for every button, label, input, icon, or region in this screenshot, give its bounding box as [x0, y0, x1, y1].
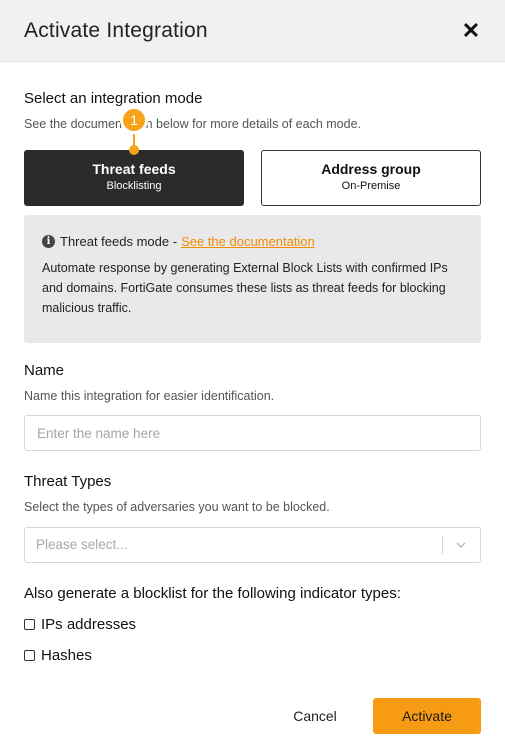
- mode-section-title: Select an integration mode: [24, 90, 203, 107]
- mode-option-title: Threat feeds: [92, 161, 176, 177]
- mode-option-title: Address group: [321, 161, 421, 177]
- select-divider: [442, 536, 443, 554]
- step-indicator-dot: [129, 145, 139, 155]
- mode-option-address-group[interactable]: Address group On-Premise: [261, 150, 481, 206]
- checkbox-box[interactable]: [24, 619, 35, 630]
- threat-types-section-subtitle: Select the types of adversaries you want…: [24, 500, 330, 514]
- checkbox-ips-addresses[interactable]: IPs addresses: [24, 616, 136, 633]
- close-icon[interactable]: ✕: [462, 18, 480, 43]
- mode-option-subtitle: On-Premise: [341, 180, 401, 192]
- indicator-types-section-title: Also generate a blocklist for the follow…: [24, 585, 401, 602]
- integration-name-input[interactable]: [24, 415, 481, 451]
- checkbox-hashes[interactable]: Hashes: [24, 647, 92, 664]
- threat-types-select-placeholder: Please select...: [36, 537, 128, 552]
- checkbox-box[interactable]: [24, 650, 35, 661]
- documentation-link[interactable]: See the documentation: [181, 234, 315, 249]
- info-icon: i: [42, 235, 55, 248]
- name-section-subtitle: Name this integration for easier identif…: [24, 389, 275, 403]
- threat-types-section-title: Threat Types: [24, 473, 112, 490]
- mode-section-subtitle: See the documentation below for more det…: [24, 117, 362, 131]
- activate-button[interactable]: Activate: [373, 698, 481, 734]
- mode-option-subtitle: Blocklisting: [106, 180, 162, 192]
- cancel-button[interactable]: Cancel: [280, 698, 350, 734]
- dialog-title: Activate Integration: [24, 19, 208, 42]
- name-section-title: Name: [24, 362, 65, 379]
- threat-types-select[interactable]: Please select...: [24, 527, 481, 563]
- checkbox-label: IPs addresses: [41, 616, 137, 633]
- mode-info-panel: i Threat feeds mode - See the documentat…: [24, 215, 481, 343]
- step-indicator-badge: 1: [120, 106, 148, 134]
- info-panel-heading-text: Threat feeds mode -: [60, 234, 178, 249]
- checkbox-label: Hashes: [41, 647, 92, 664]
- dialog-header: Activate Integration ✕: [0, 0, 505, 62]
- info-panel-body: Automate response by generating External…: [42, 261, 448, 315]
- chevron-down-icon[interactable]: [454, 538, 468, 552]
- info-panel-heading: i Threat feeds mode - See the documentat…: [42, 234, 463, 249]
- close-button[interactable]: ✕: [459, 18, 483, 44]
- mode-option-threat-feeds[interactable]: Threat feeds Blocklisting: [24, 150, 244, 206]
